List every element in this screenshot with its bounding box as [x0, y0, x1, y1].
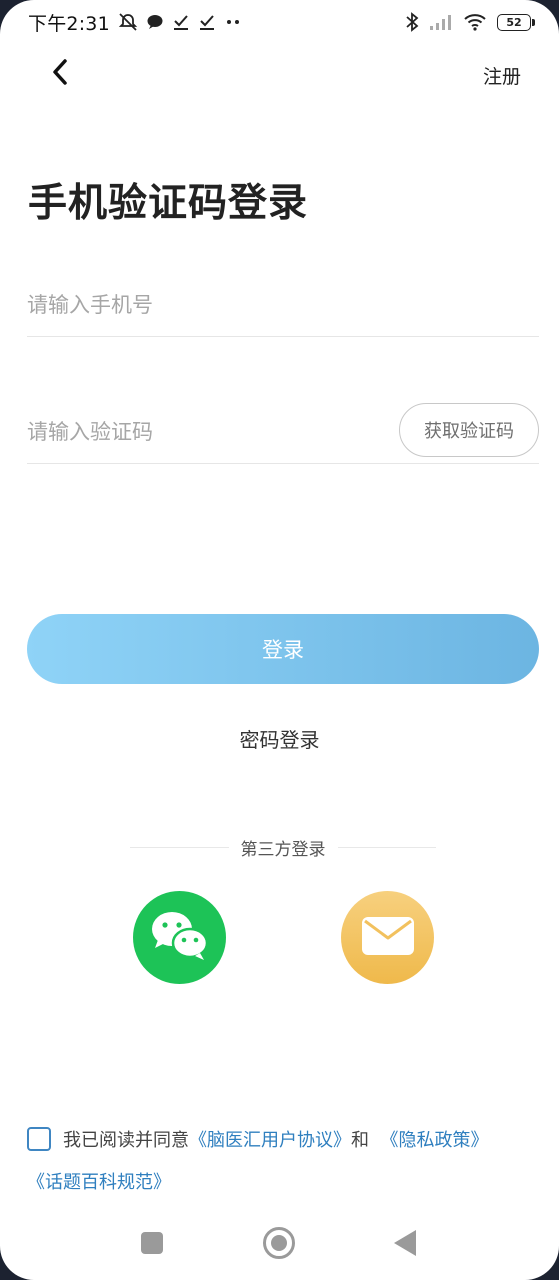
mute-bell-icon [118, 12, 138, 32]
third-party-label: 第三方登录 [240, 839, 326, 860]
wifi-icon [463, 13, 487, 31]
phone-input[interactable] [27, 273, 539, 336]
status-bar: 下午2:31 52 [0, 0, 559, 44]
agreement-and: 和 [351, 1130, 369, 1151]
register-link[interactable]: 注册 [483, 62, 521, 89]
bluetooth-icon [405, 12, 419, 32]
agreement-prefix: 我已阅读并同意 [63, 1130, 189, 1151]
recent-apps-button[interactable] [141, 1232, 163, 1254]
back-button[interactable] [44, 58, 76, 90]
status-right: 52 [405, 12, 535, 32]
wechat-icon [148, 908, 212, 968]
home-dot-icon [271, 1235, 287, 1251]
topic-rules-link[interactable]: 《话题百科规范》 [27, 1172, 171, 1193]
phone-field [27, 273, 539, 337]
status-time: 下午2:31 [28, 12, 110, 35]
chat-bubble-icon [146, 13, 164, 31]
email-login-button[interactable] [341, 891, 434, 984]
download-check-icon [198, 13, 216, 31]
get-code-button[interactable]: 获取验证码 [399, 403, 539, 457]
page-title: 手机验证码登录 [28, 181, 309, 226]
code-input[interactable] [27, 400, 387, 463]
signal-icon [429, 13, 453, 31]
code-field: 获取验证码 [27, 400, 539, 464]
user-agreement-link[interactable]: 《脑医汇用户协议》 [189, 1130, 351, 1151]
agree-checkbox[interactable] [27, 1127, 51, 1151]
more-dots-icon [224, 17, 242, 27]
login-screen: 下午2:31 52 注册 手机验证码登录 请输入手机号 请输入验证码 获取验证码… [0, 0, 559, 1280]
download-check-icon [172, 13, 190, 31]
battery-icon: 52 [497, 13, 535, 31]
home-button[interactable] [263, 1227, 295, 1259]
mail-icon [361, 916, 415, 960]
privacy-policy-link[interactable]: 《隐私政策》 [380, 1130, 488, 1151]
chevron-left-icon [51, 58, 69, 90]
divider-line-left [130, 846, 229, 848]
password-login-link[interactable]: 密码登录 [0, 724, 559, 753]
system-back-button[interactable] [394, 1230, 416, 1256]
divider-line-right [337, 846, 436, 848]
wechat-login-button[interactable] [133, 891, 226, 984]
login-button[interactable]: 登录 [27, 614, 539, 684]
system-nav-bar [0, 1218, 559, 1268]
agreement-text: 我已阅读并同意《脑医汇用户协议》和 《隐私政策》《话题百科规范》 [27, 1120, 537, 1204]
third-party-divider: 第三方登录 [130, 834, 436, 860]
status-left: 下午2:31 [28, 9, 242, 36]
